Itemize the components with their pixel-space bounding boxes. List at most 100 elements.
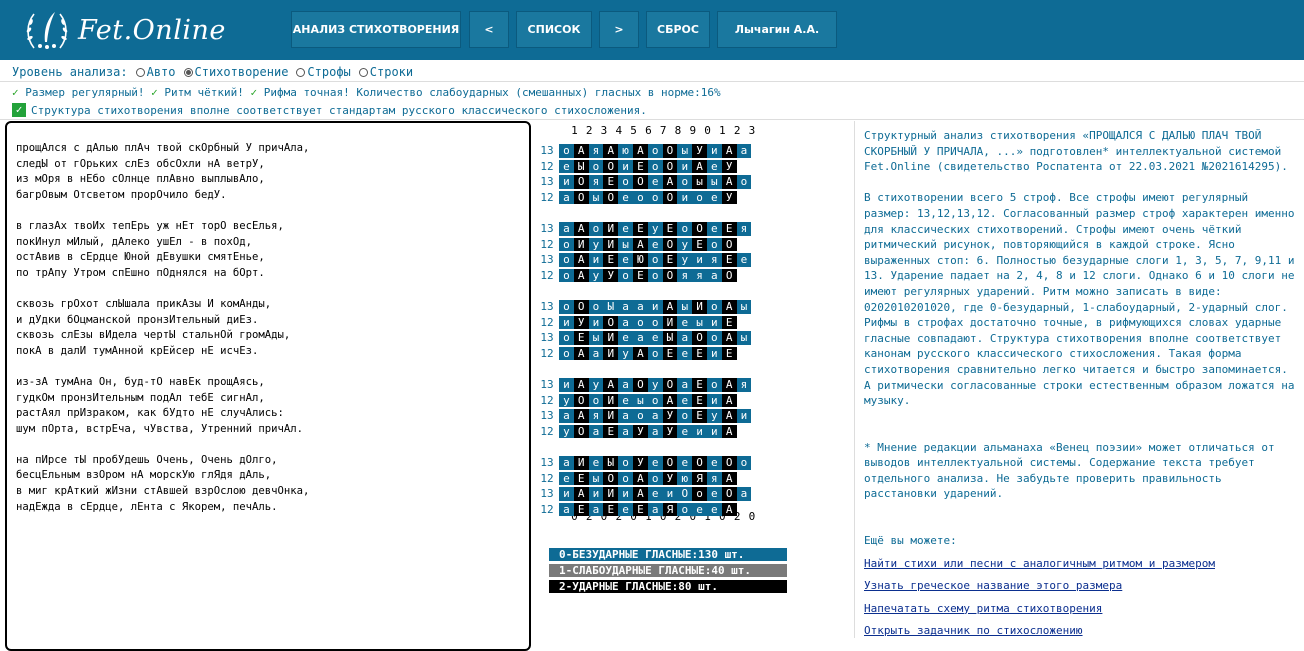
- column-number: 7: [659, 124, 667, 137]
- check-icon: ✓: [250, 86, 258, 99]
- vowel-cell: О: [662, 456, 678, 470]
- poem-text-area[interactable]: прощАлся с дАлью плАч твой скОрбный У пр…: [5, 121, 531, 651]
- vowel-cell: Е: [721, 346, 737, 361]
- vowel-cell: У: [692, 144, 707, 158]
- poem-line: по трАпу Утром спЕшно пОднялся на бОрт.: [16, 266, 265, 279]
- vowel-cell: А: [692, 159, 707, 174]
- vowel-cell: а: [618, 409, 633, 423]
- vowel-cell: а: [618, 378, 633, 392]
- nav-next-button[interactable]: >: [599, 11, 639, 48]
- vowel-cell: ю: [618, 144, 633, 158]
- vowel-cell: е: [677, 315, 693, 330]
- vowel-cell: О: [603, 190, 619, 205]
- vowel-cell: и: [559, 487, 574, 501]
- vowel-cell: и: [692, 253, 707, 267]
- link-open-tasks[interactable]: Открыть задачник по стихосложению: [864, 623, 1300, 639]
- vowel-cell: О: [573, 424, 589, 439]
- vowel-cell: о: [647, 393, 663, 408]
- vowel-cell: о: [559, 268, 574, 283]
- vowel-cell: е: [559, 159, 574, 174]
- header: Fet.Online АНАЛИЗ СТИХОТВОРЕНИЯ < СПИСОК…: [0, 0, 1304, 60]
- nav-reset-button[interactable]: СБРОС: [646, 11, 710, 48]
- vowel-cell: И: [603, 331, 619, 345]
- vowel-cell: а: [559, 409, 574, 423]
- vowel-cell: а: [647, 502, 663, 517]
- vowel-cell: О: [721, 456, 737, 470]
- column-number: 8: [674, 124, 682, 137]
- vowel-cell: О: [603, 159, 619, 174]
- vowel-cell: е: [677, 393, 693, 408]
- vowel-cell: Е: [721, 253, 737, 267]
- vowel-cell: е: [588, 456, 604, 470]
- vowel-cell: о: [588, 300, 604, 314]
- vowel-cell: а: [677, 331, 693, 345]
- vowel-cell: Е: [721, 315, 737, 330]
- vowel-cell: А: [721, 175, 737, 189]
- radio-lines[interactable]: [358, 67, 368, 77]
- radio-auto[interactable]: [135, 67, 145, 77]
- vowel-cell: О: [692, 222, 707, 236]
- vowel-cell: и: [662, 487, 678, 501]
- vowel-cell: О: [677, 487, 693, 501]
- vowel-cell: у: [647, 222, 663, 236]
- vowel-cell: а: [588, 502, 604, 517]
- analysis-text: Структурный анализ стихотворения «ПРОЩАЛ…: [864, 128, 1300, 639]
- vowel-cell: и: [706, 393, 722, 408]
- grid-row: 13 и Аи Ии Ае и Оо е Оа: [535, 486, 752, 502]
- vowel-cell: и: [706, 424, 722, 439]
- vowel-cell: о: [647, 253, 663, 267]
- grid-row: 12 о Иу Иы Ае Оу Ео О: [535, 237, 737, 253]
- radio-poem-label[interactable]: Стихотворение: [195, 65, 289, 79]
- vowel-cell: а: [618, 300, 633, 314]
- nav-user-button[interactable]: Лычагин А.А.: [717, 11, 837, 48]
- vowel-cell: Ю: [632, 253, 648, 267]
- vowel-cell: Е: [692, 409, 707, 423]
- vowel-cell: Е: [632, 502, 648, 517]
- nav-prev-button[interactable]: <: [469, 11, 509, 48]
- syllable-count: 13: [540, 300, 554, 314]
- radio-stanzas-label[interactable]: Строфы: [307, 65, 350, 79]
- column-number: 2: [733, 124, 741, 137]
- link-find-similar[interactable]: Найти стихи или песни с аналогичным ритм…: [864, 556, 1300, 572]
- more-label: Ещё вы можете:: [864, 534, 957, 548]
- poem-line: бесцЕльным взОром нА морскУю глЯдя дАль,: [16, 469, 272, 482]
- vowel-cell: у: [647, 378, 663, 392]
- vowel-cell: А: [662, 175, 678, 189]
- vowel-cell: у: [588, 268, 604, 283]
- vowel-cell: А: [721, 331, 737, 345]
- vowel-cell: О: [662, 268, 678, 283]
- vowel-cell: А: [721, 393, 737, 408]
- link-print-scheme[interactable]: Напечатать схему ритма стихотворения: [864, 601, 1300, 617]
- radio-stanzas[interactable]: [296, 67, 306, 77]
- poem-line: и дУдки бОцманской пронзИтельный диЕз.: [16, 313, 259, 326]
- logo[interactable]: Fet.Online: [22, 6, 252, 54]
- vowel-cell: О: [662, 378, 678, 392]
- column-number: 1: [719, 124, 726, 137]
- vowel-cell: е: [618, 222, 633, 236]
- radio-lines-label[interactable]: Строки: [370, 65, 413, 79]
- vowel-cell: е: [692, 502, 707, 517]
- vowel-cell: И: [662, 315, 678, 330]
- vowel-cell: А: [632, 237, 648, 252]
- radio-poem[interactable]: [183, 67, 193, 77]
- vowel-cell: О: [692, 456, 707, 470]
- link-greek-name[interactable]: Узнать греческое название этого размера: [864, 578, 1300, 594]
- nav-list-button[interactable]: СПИСОК: [516, 11, 592, 48]
- column-number: 3: [600, 124, 608, 137]
- radio-auto-label[interactable]: Авто: [147, 65, 176, 79]
- vowel-cell: е: [559, 471, 574, 486]
- vowel-cell: е: [736, 253, 752, 267]
- vowel-cell: о: [588, 393, 604, 408]
- vowel-cell: о: [706, 331, 722, 345]
- vowel-cell: е: [618, 502, 633, 517]
- grid-row: 12 е Еы Оо Ао Ую Яя А: [535, 471, 737, 487]
- divider: [0, 119, 1304, 120]
- vowel-cell: Е: [573, 471, 589, 486]
- analysis-level: Уровень анализа: Авто Стихотворение Стро…: [12, 64, 413, 80]
- vowel-cell: я: [677, 268, 693, 283]
- vowel-cell: и: [736, 409, 752, 423]
- vowel-cell: я: [736, 222, 752, 236]
- vowel-cell: Е: [632, 159, 648, 174]
- vowel-cell: я: [692, 268, 707, 283]
- nav-analysis-button[interactable]: АНАЛИЗ СТИХОТВОРЕНИЯ: [291, 11, 461, 48]
